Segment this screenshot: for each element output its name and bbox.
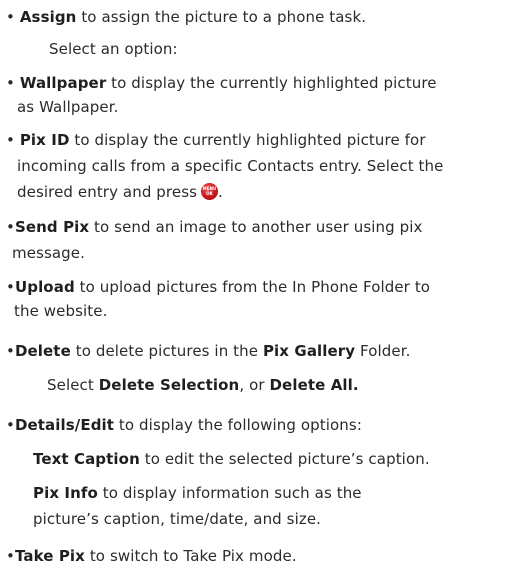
delete-text: to delete pictures in the <box>70 342 263 360</box>
delete-line: •Delete to delete pictures in the Pix Ga… <box>6 341 411 361</box>
pixid-line-1: • Pix ID to display the currently highli… <box>6 130 426 150</box>
pixid-term: Pix ID <box>19 131 70 149</box>
upload-text: to upload pictures from the In Phone Fol… <box>74 278 431 296</box>
details-line: •Details/Edit to display the following o… <box>6 415 362 435</box>
takepix-text: to switch to Take Pix mode. <box>84 547 297 565</box>
assign-text: to assign the picture to a phone task. <box>76 8 367 26</box>
pix-info-line-1: Pix Info to display information such as … <box>33 483 362 503</box>
wallpaper-line-1: • Wallpaper to display the currently hig… <box>6 73 437 93</box>
pixid-line-2: incoming calls from a specific Contacts … <box>17 157 444 175</box>
text-caption-line: Text Caption to edit the selected pictur… <box>33 449 430 469</box>
text-caption-text: to edit the selected picture’s caption. <box>139 450 430 468</box>
sendpix-text: to send an image to another user using p… <box>89 218 423 236</box>
upload-term: Upload <box>14 278 75 296</box>
delete-sub: Select Delete Selection, or Delete All. <box>47 375 359 395</box>
delete-sub-mid: , or <box>239 376 270 394</box>
pix-info-term: Pix Info <box>33 484 98 502</box>
details-term: Details/Edit <box>14 416 115 434</box>
delete-term: Delete <box>14 342 71 360</box>
bullet: • <box>6 8 15 26</box>
pix-info-text: to display information such as the <box>97 484 362 502</box>
assign-term: Assign <box>19 8 77 26</box>
delete-all-term: Delete All. <box>269 376 359 394</box>
sendpix-line-2: message. <box>12 244 85 262</box>
assign-sub: Select an option: <box>49 40 178 58</box>
pixid-text: to display the currently highlighted pic… <box>69 131 426 149</box>
wallpaper-term: Wallpaper <box>19 74 107 92</box>
bullet: • <box>6 416 15 434</box>
bullet: • <box>6 74 15 92</box>
pixid-line-3-text: desired entry and press <box>17 183 198 201</box>
menu-ok-key-icon: MENU OK <box>201 183 219 200</box>
upload-line-2: the website. <box>14 302 108 320</box>
assign-line: • Assign to assign the picture to a phon… <box>6 7 366 27</box>
pix-info-line-2: picture’s caption, time/date, and size. <box>33 510 322 528</box>
bullet: • <box>6 218 15 236</box>
pix-gallery-term: Pix Gallery <box>262 342 356 360</box>
takepix-term: Take Pix <box>14 547 85 565</box>
pixid-line-3-end: . <box>218 183 223 201</box>
pixid-line-3: desired entry and press MENU OK. <box>17 182 223 202</box>
wallpaper-line-2: as Wallpaper. <box>17 98 119 116</box>
manual-page: • Assign to assign the picture to a phon… <box>0 0 520 578</box>
bullet: • <box>6 342 15 360</box>
delete-selection-term: Delete Selection <box>98 376 240 394</box>
bullet: • <box>6 547 15 565</box>
wallpaper-text: to display the currently highlighted pic… <box>106 74 437 92</box>
bullet: • <box>6 278 15 296</box>
ok-key-label: OK <box>206 191 213 196</box>
details-text: to display the following options: <box>114 416 362 434</box>
upload-line-1: •Upload to upload pictures from the In P… <box>6 277 430 297</box>
takepix-line: •Take Pix to switch to Take Pix mode. <box>6 546 297 566</box>
sendpix-line-1: •Send Pix to send an image to another us… <box>6 217 422 237</box>
delete-sub-pre: Select <box>47 376 99 394</box>
text-caption-term: Text Caption <box>33 450 140 468</box>
bullet: • <box>6 131 15 149</box>
sendpix-term: Send Pix <box>14 218 90 236</box>
delete-text-end: Folder. <box>355 342 411 360</box>
